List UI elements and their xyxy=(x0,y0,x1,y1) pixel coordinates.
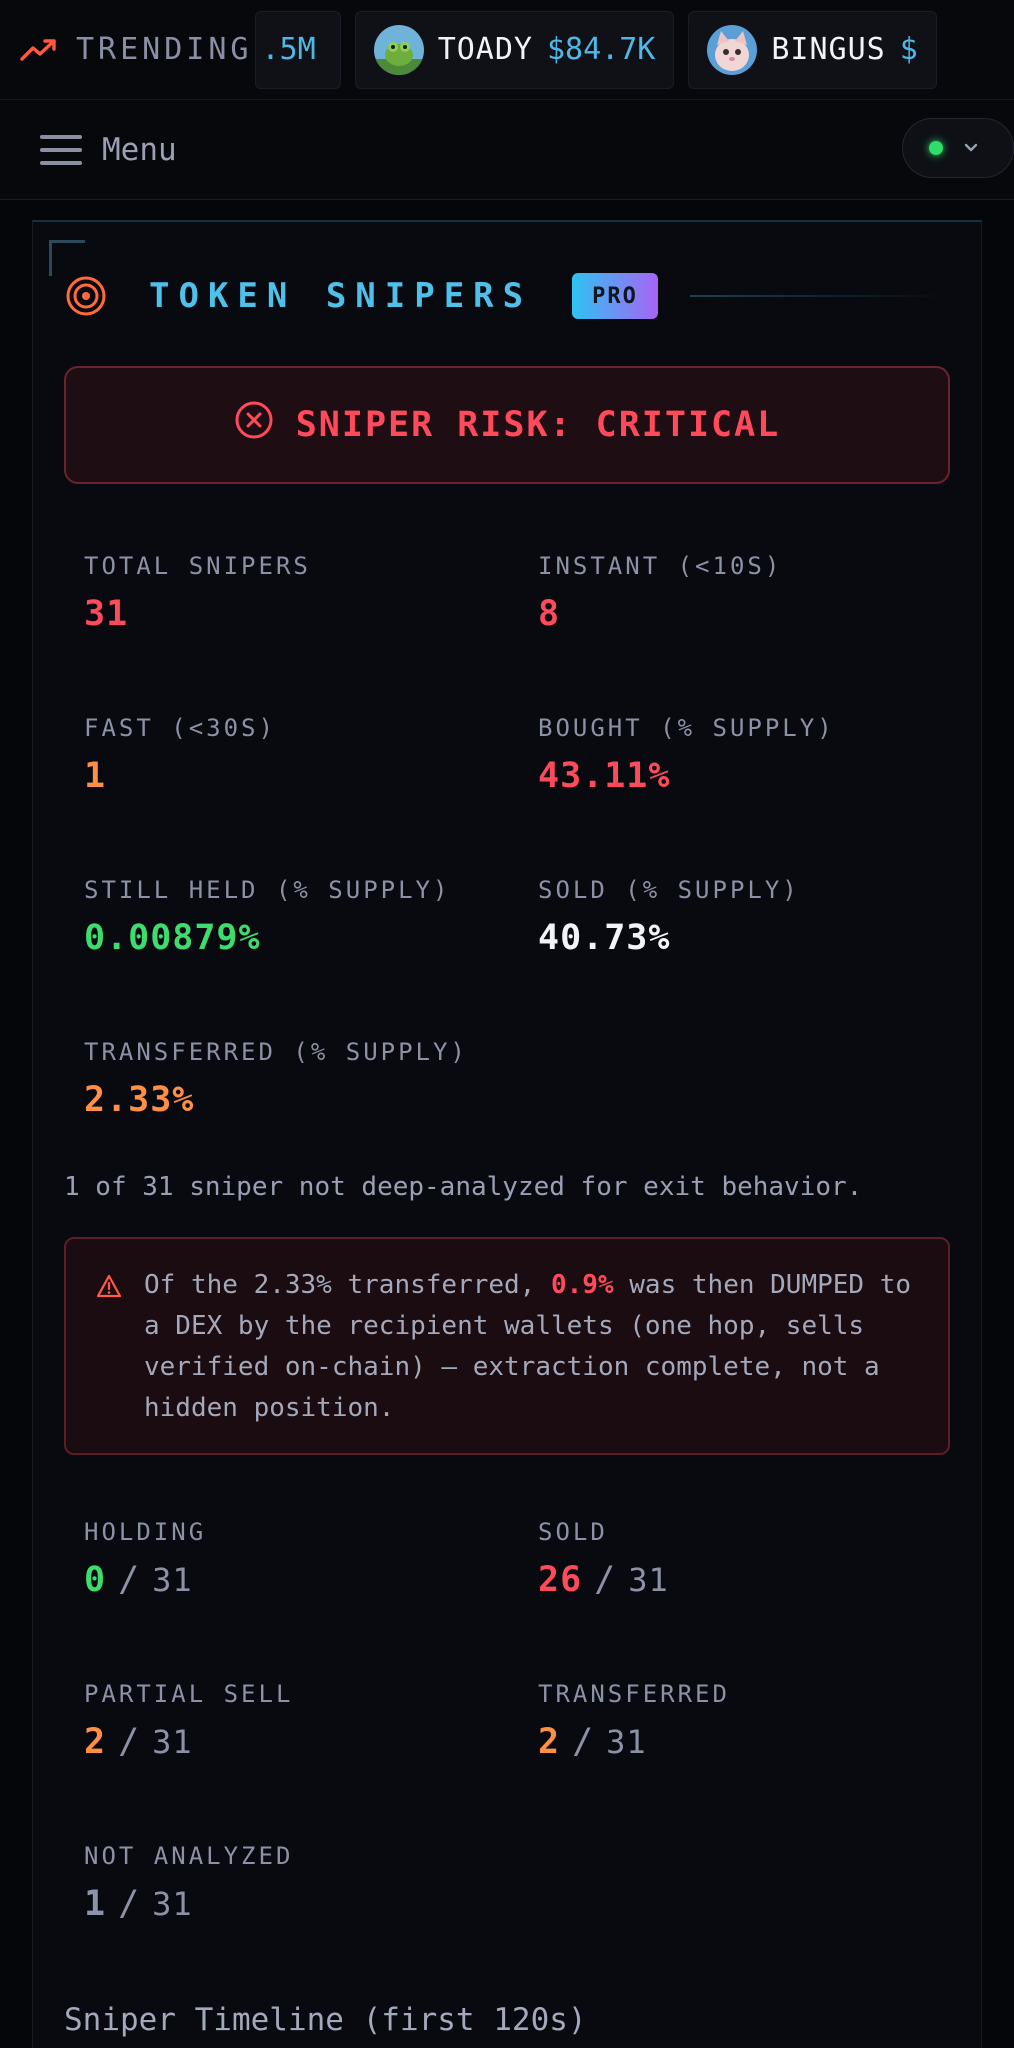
stat-fast: FAST (<30S) 1 xyxy=(84,714,276,796)
stat-value: 1 / 31 xyxy=(84,1884,293,1924)
stat-value: 0 / 31 xyxy=(84,1560,206,1600)
stat-bought: BOUGHT (% SUPPLY) 43.11% xyxy=(538,714,835,796)
chevron-down-icon xyxy=(964,143,978,152)
stat-count: 0 xyxy=(84,1560,107,1600)
network-status-dropdown[interactable] xyxy=(902,118,1014,178)
stat-separator: / xyxy=(594,1560,617,1600)
sniper-risk-banner: SNIPER RISK: CRITICAL xyxy=(64,366,950,484)
stat-still-held: STILL HELD (% SUPPLY) 0.00879% xyxy=(84,876,450,958)
stat-total: 31 xyxy=(628,1561,669,1599)
ticker-price: $84.7K xyxy=(547,32,656,67)
stat-label: TRANSFERRED xyxy=(538,1680,730,1708)
ticker-item-bingus[interactable]: BINGUS $ xyxy=(688,10,937,89)
stat-separator: / xyxy=(118,1560,141,1600)
stat-total-snipers: TOTAL SNIPERS 31 xyxy=(84,552,311,634)
menu-bar: Menu xyxy=(0,100,1014,200)
stat-label: BOUGHT (% SUPPLY) xyxy=(538,714,835,742)
transfer-warning-box: Of the 2.33% transferred, 0.9% was then … xyxy=(64,1237,950,1455)
ticker-price: .5M xyxy=(261,32,316,67)
stat-value: 40.73% xyxy=(538,918,671,958)
stat-label: NOT ANALYZED xyxy=(84,1842,294,1870)
status-dot-icon xyxy=(929,141,943,155)
sniper-timeline-title: Sniper Timeline (first 120s) xyxy=(64,2002,587,2038)
stat-label: HOLDING xyxy=(84,1518,207,1546)
trending-up-icon xyxy=(20,38,56,61)
hamburger-icon[interactable] xyxy=(40,134,82,165)
panel-title: TOKEN SNIPERS xyxy=(149,276,533,316)
analysis-note: 1 of 31 sniper not deep-analyzed for exi… xyxy=(64,1172,863,1202)
toady-avatar xyxy=(373,24,424,75)
stat-count: 1 xyxy=(84,1884,107,1924)
stat-count: 2 xyxy=(84,1722,107,1762)
exit-stat-transferred: TRANSFERRED 2 / 31 xyxy=(538,1680,730,1762)
token-snipers-panel: TOKEN SNIPERS PRO SNIPER RISK: CRITICAL … xyxy=(32,220,982,2048)
stat-label: FAST (<30S) xyxy=(84,714,276,742)
trending-label-group: TRENDING xyxy=(0,32,253,67)
bingus-avatar xyxy=(707,24,758,75)
stat-label: STILL HELD (% SUPPLY) xyxy=(84,876,451,904)
stat-value: 1 xyxy=(84,756,107,796)
stat-total: 31 xyxy=(152,1561,193,1599)
stat-value: 0.00879% xyxy=(84,918,261,958)
stat-value: 2 / 31 xyxy=(538,1722,730,1762)
sniper-risk-text: SNIPER RISK: CRITICAL xyxy=(295,405,781,445)
stat-separator: / xyxy=(118,1884,141,1924)
ticker-item-clipped[interactable]: .5M xyxy=(254,10,341,89)
stat-value: 8 xyxy=(538,594,561,634)
warning-triangle-icon xyxy=(96,1274,122,1298)
stat-transferred-supply: TRANSFERRED (% SUPPLY) 2.33% xyxy=(84,1038,468,1120)
stat-value: 26 / 31 xyxy=(538,1560,669,1600)
stat-value: 43.11% xyxy=(538,756,671,796)
panel-header: TOKEN SNIPERS PRO xyxy=(65,266,945,326)
ticker-name: BINGUS xyxy=(771,32,886,67)
trending-label: TRENDING xyxy=(76,32,253,67)
stat-label: TOTAL SNIPERS xyxy=(84,552,311,580)
pro-badge: PRO xyxy=(572,273,658,319)
stat-value: 2.33% xyxy=(84,1080,195,1120)
ticker-name: TOADY xyxy=(437,32,533,67)
header-divider xyxy=(689,295,945,297)
target-icon xyxy=(66,276,106,316)
stat-label: PARTIAL SELL xyxy=(84,1680,294,1708)
stat-count: 26 xyxy=(538,1560,583,1600)
exit-stat-sold: SOLD 26 / 31 xyxy=(538,1518,669,1600)
stat-label: SOLD (% SUPPLY) xyxy=(538,876,800,904)
stat-label: SOLD xyxy=(538,1518,608,1546)
stat-value: 31 xyxy=(84,594,129,634)
transfer-warning-text: Of the 2.33% transferred, 0.9% was then … xyxy=(144,1265,918,1453)
stat-total: 31 xyxy=(152,1723,193,1761)
stat-value: 2 / 31 xyxy=(84,1722,293,1762)
ticker-item-toady[interactable]: TOADY $84.7K xyxy=(354,10,675,89)
x-circle-icon xyxy=(235,401,273,439)
warning-text-before: Of the 2.33% transferred, xyxy=(144,1270,551,1300)
stat-instant: INSTANT (<10S) 8 xyxy=(538,552,782,634)
stat-sold-supply: SOLD (% SUPPLY) 40.73% xyxy=(538,876,800,958)
warning-highlight: 0.9% xyxy=(551,1270,614,1300)
stat-count: 2 xyxy=(538,1722,561,1762)
exit-stat-partial-sell: PARTIAL SELL 2 / 31 xyxy=(84,1680,293,1762)
trending-ticker: TRENDING .5M TOADY $84.7K BINGUS $ xyxy=(0,0,1014,100)
stat-label: INSTANT (<10S) xyxy=(538,552,783,580)
exit-stat-holding: HOLDING 0 / 31 xyxy=(84,1518,206,1600)
exit-stat-not-analyzed: NOT ANALYZED 1 / 31 xyxy=(84,1842,293,1924)
stat-total: 31 xyxy=(606,1723,647,1761)
ticker-price: $ xyxy=(899,32,918,67)
menu-button-label[interactable]: Menu xyxy=(102,132,177,168)
stat-label: TRANSFERRED (% SUPPLY) xyxy=(84,1038,468,1066)
stat-total: 31 xyxy=(152,1885,193,1923)
stat-separator: / xyxy=(118,1722,141,1762)
stat-separator: / xyxy=(572,1722,595,1762)
